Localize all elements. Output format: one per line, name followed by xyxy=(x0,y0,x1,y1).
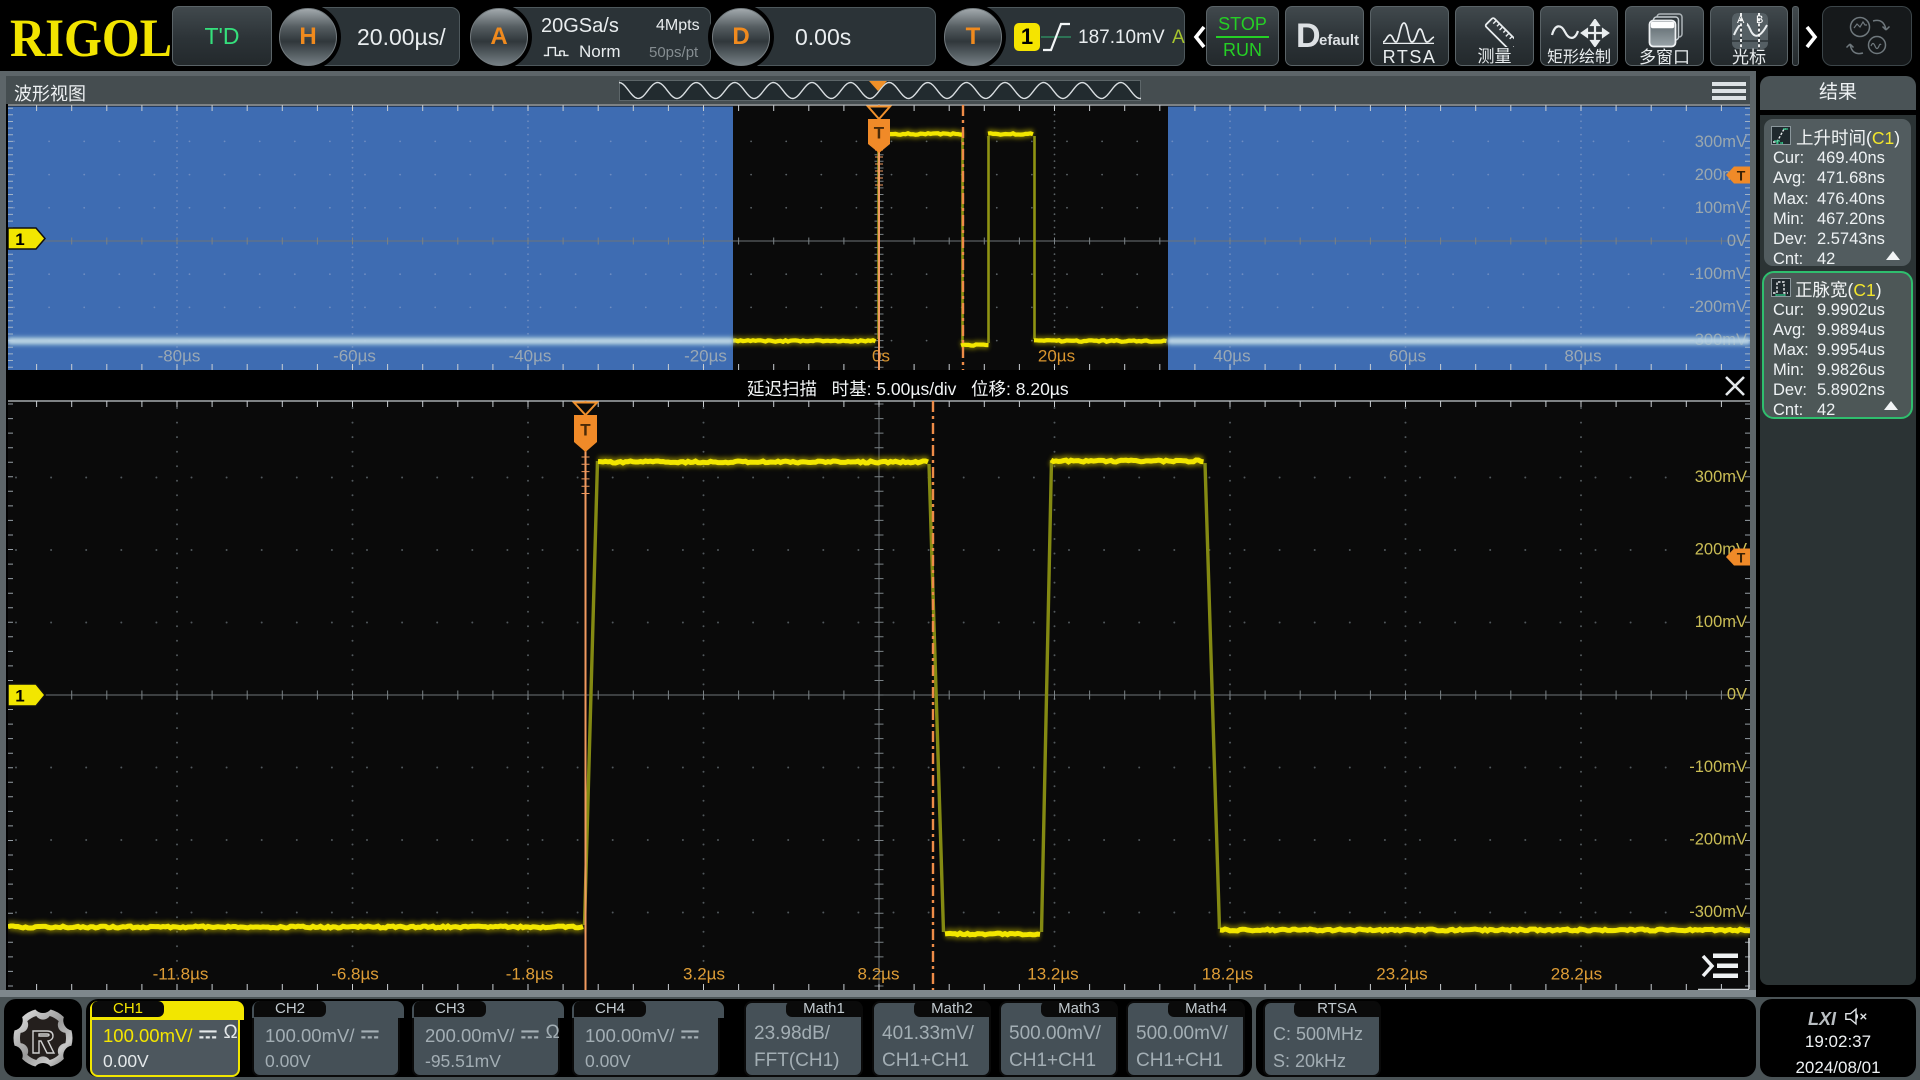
svg-text:0s: 0s xyxy=(872,347,890,366)
svg-text:-200mV: -200mV xyxy=(1689,298,1747,316)
svg-text:0V: 0V xyxy=(1727,232,1747,250)
svg-text:300mV: 300mV xyxy=(1695,468,1747,486)
svg-text:-1.8µs: -1.8µs xyxy=(506,965,554,984)
svg-text:T: T xyxy=(874,124,885,143)
svg-text:8.2µs: 8.2µs xyxy=(858,965,900,984)
svg-text:300mV: 300mV xyxy=(1695,133,1747,151)
svg-text:-100mV: -100mV xyxy=(1689,265,1747,283)
svg-text:23.2µs: 23.2µs xyxy=(1376,965,1427,984)
svg-text:40µs: 40µs xyxy=(1213,347,1250,366)
svg-text:60µs: 60µs xyxy=(1389,347,1426,366)
svg-text:T: T xyxy=(1737,168,1746,184)
svg-text:3.2µs: 3.2µs xyxy=(683,965,725,984)
svg-text:-6.8µs: -6.8µs xyxy=(331,965,379,984)
svg-text:T: T xyxy=(1737,550,1746,566)
svg-text:T: T xyxy=(580,421,591,440)
svg-text:-200mV: -200mV xyxy=(1689,831,1747,849)
svg-text:-40µs: -40µs xyxy=(509,347,552,366)
svg-text:100mV: 100mV xyxy=(1695,199,1747,217)
svg-text:-80µs: -80µs xyxy=(158,347,201,366)
svg-text:-300mV: -300mV xyxy=(1689,903,1747,921)
svg-text:-60µs: -60µs xyxy=(333,347,376,366)
svg-text:18.2µs: 18.2µs xyxy=(1202,965,1253,984)
svg-text:1: 1 xyxy=(15,687,24,706)
svg-text:28.2µs: 28.2µs xyxy=(1551,965,1602,984)
svg-text:80µs: 80µs xyxy=(1564,347,1601,366)
svg-text:20µs: 20µs xyxy=(1038,347,1075,366)
svg-text:1: 1 xyxy=(15,230,24,249)
svg-text:0V: 0V xyxy=(1727,686,1747,704)
svg-text:-100mV: -100mV xyxy=(1689,758,1747,776)
svg-text:-20µs: -20µs xyxy=(684,347,727,366)
svg-text:100mV: 100mV xyxy=(1695,613,1747,631)
svg-text:13.2µs: 13.2µs xyxy=(1027,965,1078,984)
svg-text:-11.8µs: -11.8µs xyxy=(153,965,209,984)
